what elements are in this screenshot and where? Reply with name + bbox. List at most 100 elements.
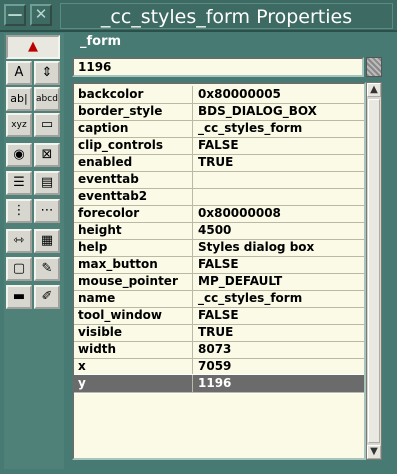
property-name: mouse_pointer: [78, 274, 178, 288]
groupbox-tool-icon[interactable]: xyz: [6, 113, 32, 137]
property-name: enabled: [78, 155, 133, 169]
property-value[interactable]: FALSE: [198, 308, 239, 322]
column-divider: [192, 307, 193, 324]
column-divider: [192, 188, 193, 205]
value-dropdown-button[interactable]: [366, 57, 382, 77]
pushbutton-tool-icon[interactable]: ▭: [34, 113, 60, 137]
property-row[interactable]: eventtab: [74, 171, 364, 189]
property-name: x: [78, 359, 86, 373]
property-row[interactable]: height 4500: [74, 222, 364, 240]
title-bar[interactable]: — ✕ _cc_styles_form Properties: [0, 0, 397, 32]
pointer-tool-icon[interactable]: ▲: [6, 35, 60, 59]
property-value[interactable]: _cc_styles_form: [198, 291, 302, 305]
column-divider: [192, 86, 193, 103]
column-divider: [192, 154, 193, 171]
vscroll-tool-icon[interactable]: ⋮: [6, 199, 32, 223]
property-row[interactable]: enabled TRUE: [74, 154, 364, 172]
property-row[interactable]: backcolor 0x80000005: [74, 86, 364, 104]
column-divider: [192, 239, 193, 256]
close-icon[interactable]: ✕: [30, 4, 52, 26]
combobox-tool-icon[interactable]: ▤: [34, 171, 60, 195]
minimize-icon[interactable]: —: [4, 4, 26, 26]
property-name: help: [78, 240, 108, 254]
property-name: visible: [78, 325, 123, 339]
hscroll-tool-icon[interactable]: ⋯: [34, 199, 60, 223]
property-name: eventtab2: [78, 189, 148, 203]
property-row[interactable]: clip_controls FALSE: [74, 137, 364, 155]
column-divider: [192, 290, 193, 307]
property-row[interactable]: border_style BDS_DIALOG_BOX: [74, 103, 364, 121]
ole-tool-icon[interactable]: ✐: [34, 285, 60, 309]
column-divider: [192, 324, 193, 341]
vertical-scrollbar[interactable]: ▲ ▼: [366, 82, 382, 460]
entryfield-tool-icon[interactable]: ab|: [6, 87, 32, 111]
property-value[interactable]: TRUE: [198, 325, 233, 339]
property-name: max_button: [78, 257, 158, 271]
property-name: tool_window: [78, 308, 162, 322]
property-value[interactable]: BDS_DIALOG_BOX: [198, 104, 317, 118]
property-name: width: [78, 342, 117, 356]
properties-window: — ✕ _cc_styles_form Properties ▲ A ⇕ ab|…: [0, 0, 397, 474]
folder-tool-icon[interactable]: ▢: [6, 257, 32, 281]
property-name: forecolor: [78, 206, 140, 220]
property-grid: backcolor 0x80000005 border_style BDS_DIALO…: [72, 82, 366, 460]
property-value[interactable]: 8073: [198, 342, 231, 356]
property-value[interactable]: FALSE: [198, 138, 239, 152]
property-row[interactable]: tool_window FALSE: [74, 307, 364, 325]
column-divider: [192, 358, 193, 375]
progress-tool-icon[interactable]: ▬: [6, 285, 32, 309]
property-row[interactable]: eventtab2: [74, 188, 364, 206]
checkbox-tool-icon[interactable]: ⊠: [34, 143, 60, 167]
property-row[interactable]: visible TRUE: [74, 324, 364, 342]
property-name: caption: [78, 121, 129, 135]
property-row[interactable]: width 8073: [74, 341, 364, 359]
property-name: clip_controls: [78, 138, 163, 152]
text-tool-icon[interactable]: A: [6, 61, 32, 85]
property-row[interactable]: y 1196: [74, 374, 364, 394]
spinner-tool-icon[interactable]: ⇕: [34, 61, 60, 85]
property-name: eventtab: [78, 172, 139, 186]
column-divider: [192, 103, 193, 120]
radiobutton-tool-icon[interactable]: ◉: [6, 143, 32, 167]
form-label: _form: [80, 34, 122, 49]
column-divider: [192, 222, 193, 239]
property-row[interactable]: caption _cc_styles_form: [74, 120, 364, 138]
multiline-tool-icon[interactable]: abcd: [34, 87, 60, 111]
image-tool-icon[interactable]: ✎: [34, 257, 60, 281]
value-input[interactable]: 1196: [72, 57, 364, 77]
slider-tool-icon[interactable]: ⇿: [6, 229, 32, 253]
scroll-down-icon[interactable]: ▼: [367, 445, 381, 459]
property-row[interactable]: forecolor 0x80000008: [74, 205, 364, 223]
property-value[interactable]: 4500: [198, 223, 231, 237]
column-divider: [192, 171, 193, 188]
property-row[interactable]: help Styles dialog box: [74, 239, 364, 257]
property-value[interactable]: TRUE: [198, 155, 233, 169]
property-name: name: [78, 291, 116, 305]
property-name: height: [78, 223, 122, 237]
property-row[interactable]: name _cc_styles_form: [74, 290, 364, 308]
column-divider: [192, 341, 193, 358]
property-value[interactable]: 7059: [198, 359, 231, 373]
window-title: _cc_styles_form Properties: [60, 3, 393, 29]
browse-tool-icon[interactable]: ▦: [34, 229, 60, 253]
property-value[interactable]: Styles dialog box: [198, 240, 314, 254]
property-name: backcolor: [78, 87, 144, 101]
scroll-up-icon[interactable]: ▲: [367, 83, 381, 97]
listbox-tool-icon[interactable]: ☰: [6, 171, 32, 195]
property-row[interactable]: x 7059: [74, 358, 364, 376]
column-divider: [192, 273, 193, 290]
property-value[interactable]: 0x80000008: [198, 206, 281, 220]
scroll-thumb[interactable]: [368, 99, 380, 443]
property-name: y: [78, 376, 86, 390]
property-row[interactable]: mouse_pointer MP_DEFAULT: [74, 273, 364, 291]
control-palette: ▲ A ⇕ ab| abcd xyz ▭ ◉ ⊠ ☰ ▤ ⋮ ⋯ ⇿ ▦ ▢ ✎…: [4, 33, 64, 469]
column-divider: [192, 256, 193, 273]
property-value[interactable]: MP_DEFAULT: [198, 274, 282, 288]
property-value[interactable]: 0x80000005: [198, 87, 281, 101]
column-divider: [192, 120, 193, 137]
property-value[interactable]: _cc_styles_form: [198, 121, 302, 135]
property-value[interactable]: FALSE: [198, 257, 239, 271]
property-value[interactable]: 1196: [198, 376, 231, 390]
property-row[interactable]: max_button FALSE: [74, 256, 364, 274]
column-divider: [192, 205, 193, 222]
